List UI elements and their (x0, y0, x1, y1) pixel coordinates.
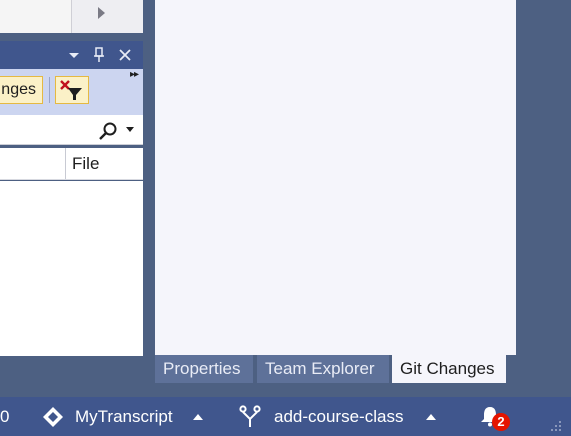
toolbar-divider (49, 77, 50, 103)
search-options-dropdown-icon[interactable] (126, 127, 134, 133)
tab-properties[interactable]: Properties (155, 355, 253, 383)
left-top-strip-section (0, 0, 72, 33)
pin-icon[interactable] (90, 45, 108, 65)
caret-up-icon[interactable] (425, 413, 437, 421)
list-header: File (0, 148, 143, 180)
window-position-icon[interactable] (65, 45, 83, 65)
column-divider[interactable] (65, 148, 66, 179)
search-row (0, 115, 143, 145)
status-left-count[interactable]: 0 (0, 397, 9, 436)
caret-up-icon[interactable] (192, 413, 204, 421)
list-body (0, 181, 143, 356)
repository-selector[interactable]: MyTranscript (75, 397, 173, 436)
branch-selector[interactable]: add-course-class (274, 397, 403, 436)
tab-team-explorer[interactable]: Team Explorer (257, 355, 389, 383)
left-top-strip (0, 0, 143, 33)
filter-changes-button[interactable]: nges (0, 76, 43, 104)
notification-count-badge: 2 (492, 413, 510, 431)
tool-window-tabs: Properties Team Explorer Git Changes (155, 355, 516, 384)
git-changes-pane (155, 0, 516, 355)
close-icon[interactable] (116, 45, 134, 65)
tab-git-changes[interactable]: Git Changes (392, 355, 506, 383)
status-bar: 0 MyTranscript add-course-class (0, 397, 571, 436)
panel-titlebar (0, 41, 143, 69)
clear-filter-button[interactable] (55, 76, 89, 104)
scroll-right-icon[interactable] (95, 6, 107, 20)
toolbar-overflow-icon[interactable]: ▸▸ (130, 70, 142, 80)
resize-grip-icon[interactable] (548, 418, 562, 432)
panel-toolbar: nges (0, 69, 143, 115)
column-header-file[interactable]: File (72, 148, 99, 179)
branch-icon (239, 405, 261, 427)
clear-filter-icon (60, 80, 82, 100)
search-icon[interactable] (98, 121, 118, 141)
search-input[interactable] (0, 115, 95, 144)
repository-icon (43, 407, 63, 427)
